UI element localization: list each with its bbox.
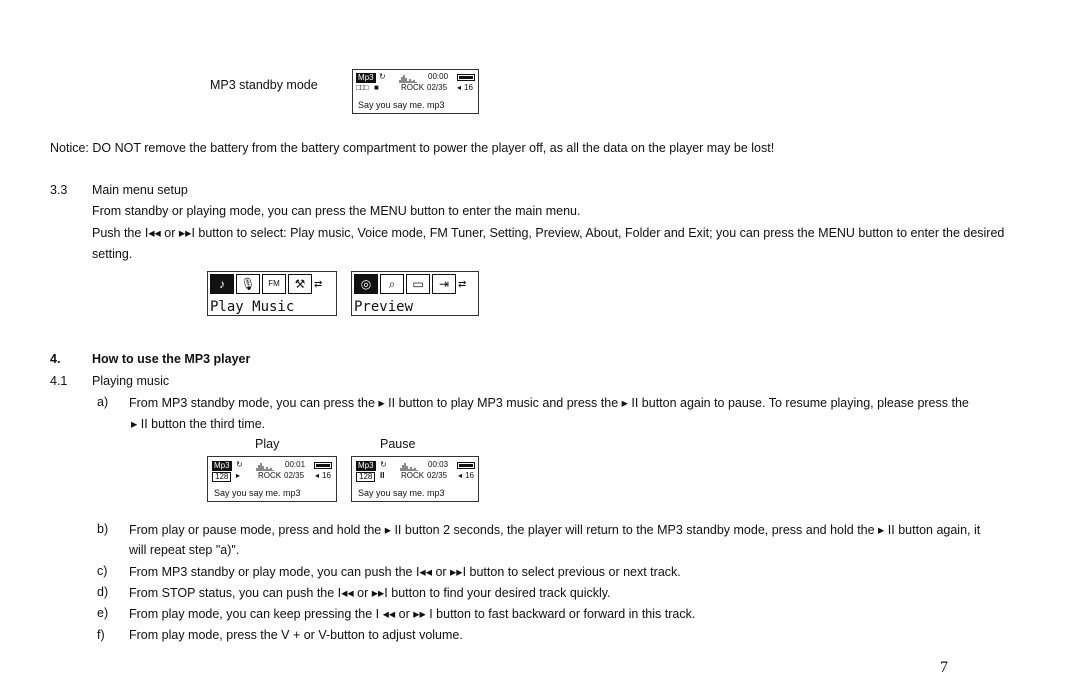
eq-name: ROCK xyxy=(258,471,282,480)
battery-icon xyxy=(314,462,332,469)
song-title: Say you say me. mp3 xyxy=(358,100,445,110)
screen-caption: Play xyxy=(255,437,280,451)
list-item: From MP3 standby mode, you can press the… xyxy=(129,396,969,410)
list-marker: b) xyxy=(97,522,109,536)
battery-icon xyxy=(457,462,475,469)
song-title: Say you say me. mp3 xyxy=(214,488,301,498)
paragraph: From standby or playing mode, you can pr… xyxy=(92,204,581,218)
pause-lcd-screen: Mp3 ↻ 00:03 128 II ROCK 02/35 ◂ 16 Say y… xyxy=(351,456,479,502)
equalizer-icon xyxy=(399,75,417,83)
eq-name: ROCK xyxy=(401,471,425,480)
list-marker: d) xyxy=(97,585,109,599)
notice-text: Notice: DO NOT remove the battery from t… xyxy=(50,141,775,155)
time-display: 00:00 xyxy=(428,72,449,81)
bitrate-display: 128 xyxy=(212,472,232,482)
subsection-number: 4.1 xyxy=(50,374,68,388)
eq-name: ROCK xyxy=(401,83,425,92)
list-item: From play mode, you can keep pressing th… xyxy=(129,607,696,621)
fm-radio-icon: FM xyxy=(262,274,286,294)
time-display: 00:03 xyxy=(428,460,449,469)
equalizer-icon xyxy=(400,463,418,471)
bitrate-display: 128 xyxy=(356,472,376,482)
volume-level: 16 xyxy=(465,471,474,480)
volume-icon: ◂ xyxy=(315,471,320,480)
section-title: How to use the MP3 player xyxy=(92,352,251,366)
volume-level: 16 xyxy=(322,471,331,480)
stop-icon: ■ xyxy=(374,83,379,92)
exit-icon: ⇥ xyxy=(432,274,456,294)
volume-icon: ◂ xyxy=(458,471,463,480)
menu-screen-preview: ◎ ⌕ ▭ ⇥ ⇄ Preview xyxy=(351,271,479,316)
track-counter: 02/35 xyxy=(284,471,305,480)
list-marker: a) xyxy=(97,395,109,409)
subsection-title: Playing music xyxy=(92,374,170,388)
section-number: 4. xyxy=(50,352,61,366)
format-badge: Mp3 xyxy=(212,461,232,471)
section-number: 3.3 xyxy=(50,183,68,197)
menu-label: Play Music xyxy=(210,299,295,315)
track-counter: 02/35 xyxy=(427,83,448,92)
bitrate-display: □□□ xyxy=(356,83,368,92)
volume-icon: ◂ xyxy=(457,83,462,92)
standby-lcd-screen: Mp3 ↻ 00:00 □□□ ■ ROCK 02/35 ◂ 16 Say yo… xyxy=(352,69,479,114)
equalizer-icon xyxy=(256,463,274,471)
list-item: From STOP status, you can push the I◂◂ o… xyxy=(129,586,611,600)
list-marker: f) xyxy=(97,628,105,642)
repeat-icon: ↻ xyxy=(380,460,387,469)
section-title: Main menu setup xyxy=(92,183,188,197)
pause-state-icon: II xyxy=(380,471,385,480)
menu-screen-play-music: ♪ 🎙 FM ⚒ ⇄ Play Music xyxy=(207,271,337,316)
folder-icon: ▭ xyxy=(406,274,430,294)
paragraph: Push the I◂◂ or ▸▸I button to select: Pl… xyxy=(92,226,1005,240)
list-item-continued: will repeat step "a)". xyxy=(129,543,240,557)
list-marker: c) xyxy=(97,564,108,578)
list-item-continued: ▸ II button the third time. xyxy=(131,417,266,431)
standby-label: MP3 standby mode xyxy=(210,78,318,92)
screen-caption: Pause xyxy=(380,437,416,451)
menu-label: Preview xyxy=(354,299,414,315)
time-display: 00:01 xyxy=(285,460,306,469)
volume-level: 16 xyxy=(464,83,473,92)
arrows-icon: ⇄ xyxy=(314,278,323,290)
play-state-icon: ▸ xyxy=(236,471,241,480)
list-marker: e) xyxy=(97,606,109,620)
list-item: From play or pause mode, press and hold … xyxy=(129,523,981,537)
play-lcd-screen: Mp3 ↻ 00:01 128 ▸ ROCK 02/35 ◂ 16 Say yo… xyxy=(207,456,337,502)
list-item: From play mode, press the V + or V-butto… xyxy=(129,628,463,642)
repeat-icon: ↻ xyxy=(236,460,243,469)
page-number: 7 xyxy=(940,659,948,676)
search-folder-icon: ⌕ xyxy=(380,274,404,294)
music-note-icon: ♪ xyxy=(210,274,234,294)
battery-icon xyxy=(457,74,475,81)
list-item: From MP3 standby or play mode, you can p… xyxy=(129,565,681,579)
arrows-icon: ⇄ xyxy=(458,278,467,290)
song-title: Say you say me. mp3 xyxy=(358,488,445,498)
repeat-icon: ↻ xyxy=(379,72,386,81)
format-badge: Mp3 xyxy=(356,461,376,471)
microphone-icon: 🎙 xyxy=(236,274,260,294)
paragraph: setting. xyxy=(92,247,133,261)
format-badge: Mp3 xyxy=(356,73,376,83)
track-counter: 02/35 xyxy=(427,471,448,480)
preview-icon: ◎ xyxy=(354,274,378,294)
settings-icon: ⚒ xyxy=(288,274,312,294)
